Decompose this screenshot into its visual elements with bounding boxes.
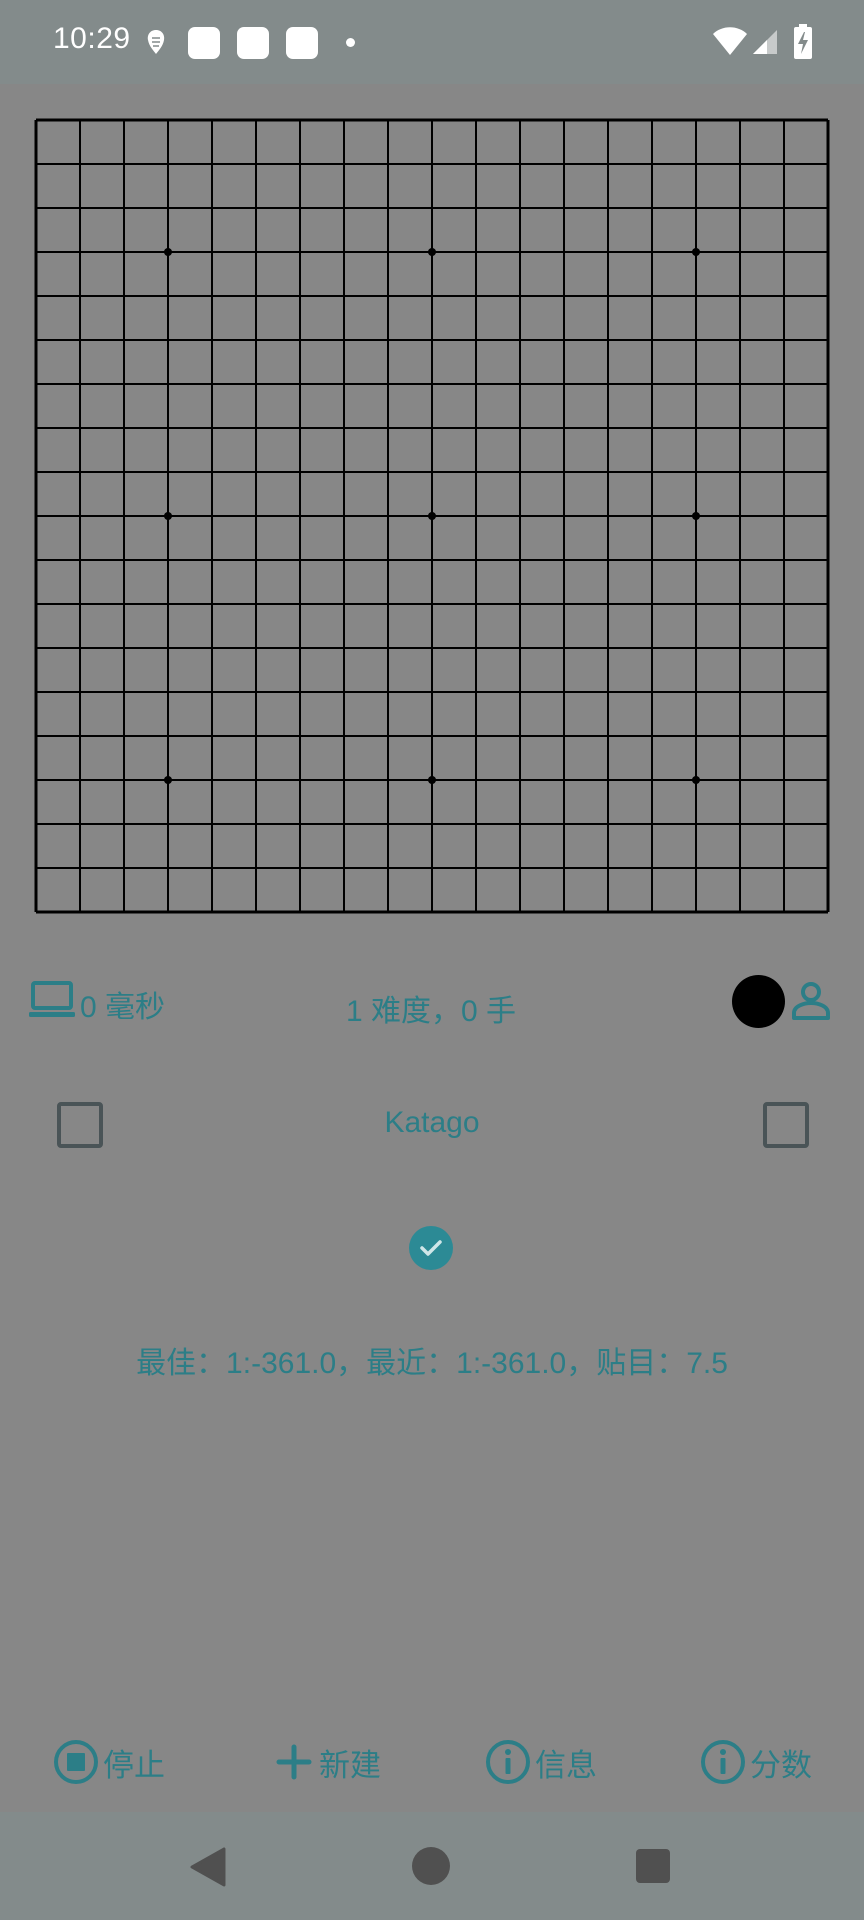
info-button-label: 信息 bbox=[535, 1747, 597, 1783]
star-point bbox=[692, 248, 700, 256]
back-icon[interactable] bbox=[188, 1846, 228, 1888]
more-notifications-dot-icon bbox=[346, 38, 355, 47]
notification-square-icon bbox=[188, 27, 220, 59]
engine-name-label: Katago bbox=[384, 1106, 480, 1139]
star-point bbox=[692, 776, 700, 784]
info-button[interactable]: 信息 bbox=[485, 1734, 597, 1790]
new-game-button-label: 新建 bbox=[319, 1747, 381, 1783]
star-point bbox=[164, 776, 172, 784]
level-moves-label: 1 难度，0 手 bbox=[346, 995, 517, 1028]
star-point bbox=[164, 248, 172, 256]
board-grid[interactable] bbox=[34, 118, 830, 914]
star-point bbox=[428, 248, 436, 256]
turn-stone-icon bbox=[732, 975, 785, 1028]
right-checkbox[interactable] bbox=[763, 1102, 809, 1148]
navigation-bar bbox=[0, 1812, 864, 1920]
score-button[interactable]: 分数 bbox=[700, 1734, 812, 1790]
recents-icon[interactable] bbox=[636, 1849, 670, 1883]
score-summary-label: 最佳：1:-361.0，最近：1:-361.0，贴目：7.5 bbox=[136, 1347, 728, 1380]
check-circle-icon bbox=[409, 1226, 453, 1270]
star-point bbox=[428, 512, 436, 520]
status-time: 10:29 bbox=[53, 22, 131, 55]
star-point bbox=[428, 776, 436, 784]
star-point bbox=[692, 512, 700, 520]
star-point bbox=[164, 512, 172, 520]
player-person-icon[interactable] bbox=[790, 980, 832, 1022]
laptop-icon bbox=[29, 981, 75, 1017]
info-icon bbox=[701, 1740, 745, 1784]
notification-square-icon bbox=[237, 27, 269, 59]
app-notification-icon bbox=[147, 30, 165, 54]
status-bar: 10:29 bbox=[0, 0, 864, 84]
go-board[interactable] bbox=[34, 118, 830, 918]
cellular-signal-icon bbox=[753, 30, 777, 54]
battery-charging-icon bbox=[794, 24, 812, 59]
plus-icon bbox=[276, 1744, 312, 1780]
game-info-row: 0 毫秒 1 难度，0 手 bbox=[0, 964, 864, 1044]
engine-time-label: 0 毫秒 bbox=[80, 991, 166, 1024]
notification-square-icon bbox=[286, 27, 318, 59]
stop-button-label: 停止 bbox=[103, 1747, 165, 1783]
score-button-label: 分数 bbox=[750, 1747, 812, 1783]
wifi-icon bbox=[713, 27, 747, 55]
new-game-button[interactable]: 新建 bbox=[273, 1734, 381, 1790]
stop-button[interactable]: 停止 bbox=[53, 1734, 165, 1790]
stop-circle-icon bbox=[54, 1740, 98, 1784]
home-icon[interactable] bbox=[412, 1847, 450, 1885]
info-icon bbox=[486, 1740, 530, 1784]
